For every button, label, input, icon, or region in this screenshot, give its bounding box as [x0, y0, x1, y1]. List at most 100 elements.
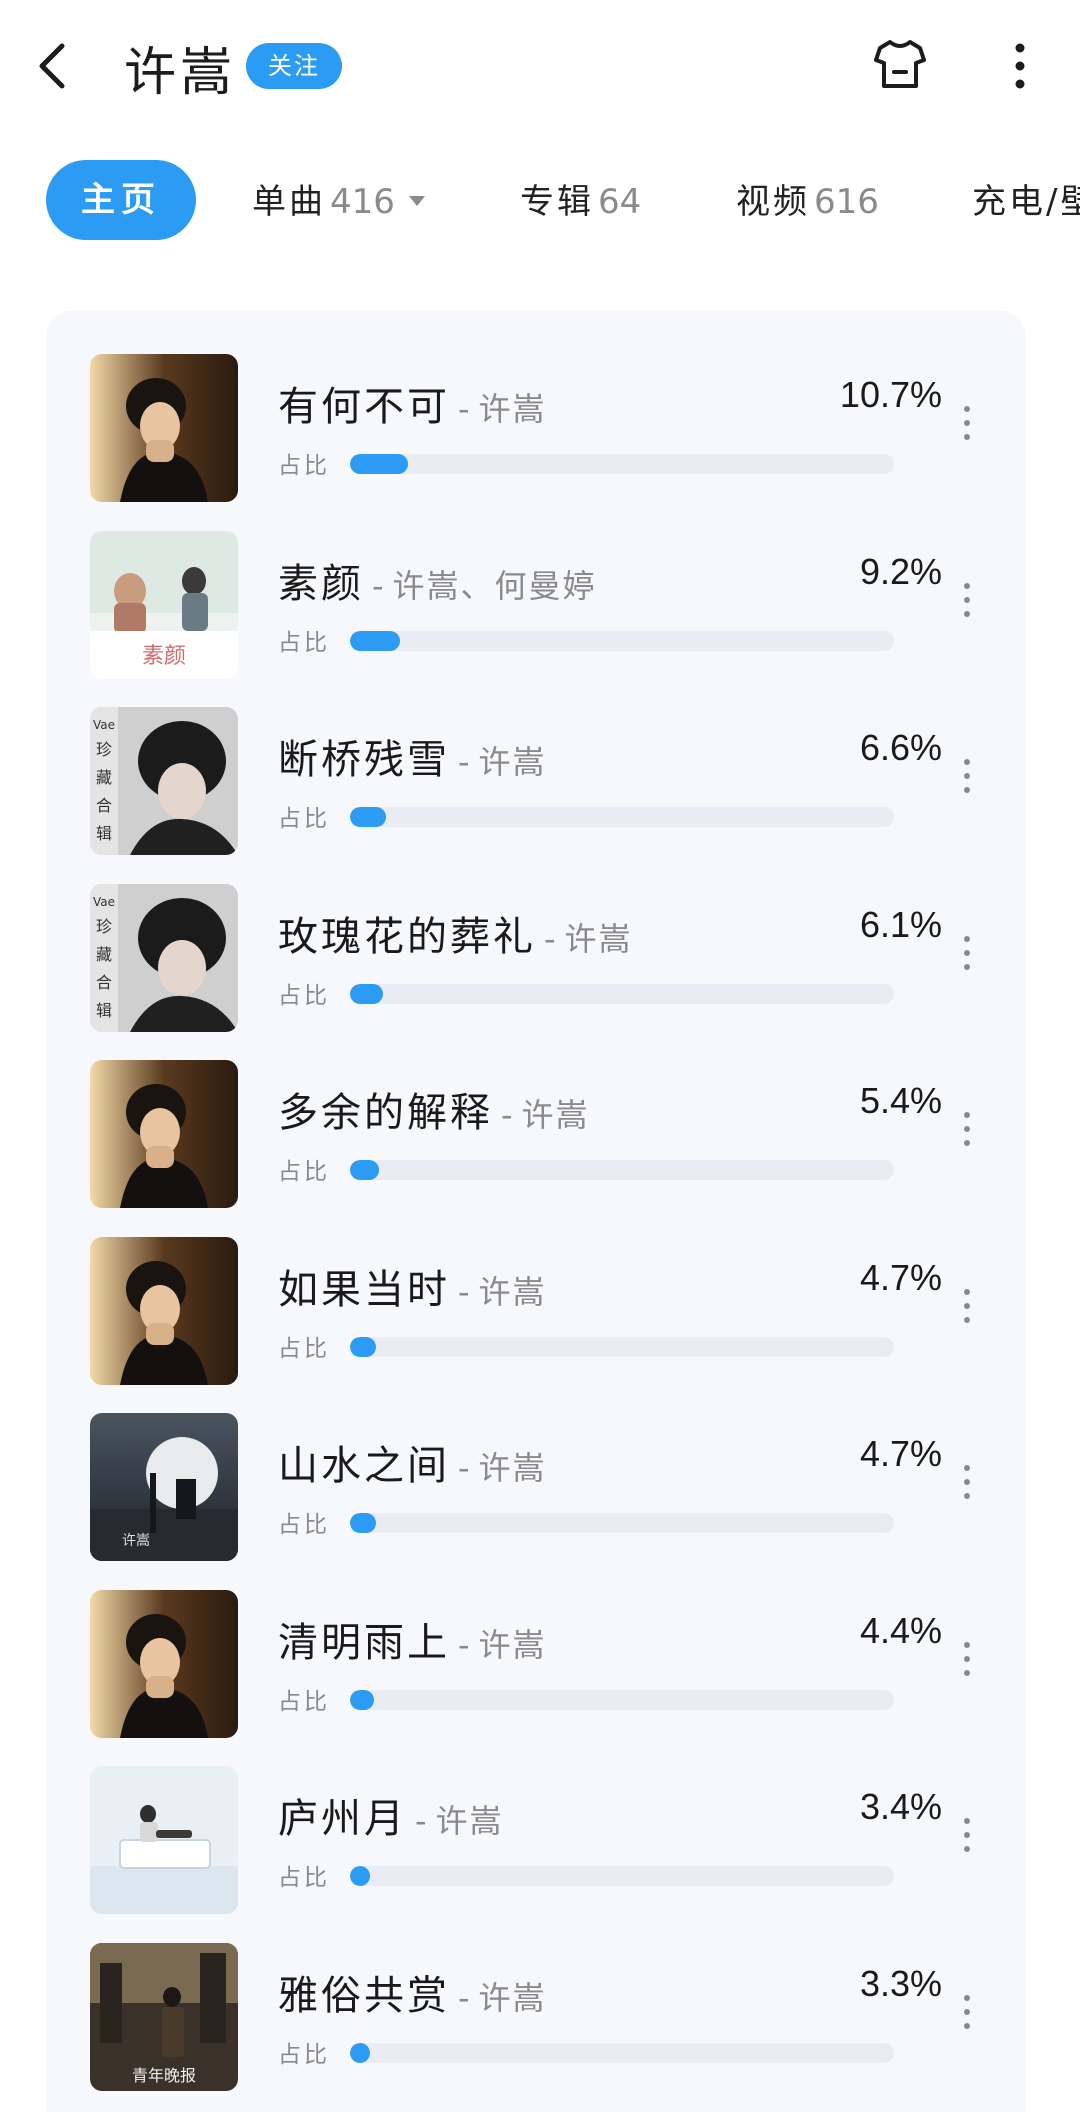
share-label: 占比 — [278, 1688, 330, 1715]
song-more-button[interactable] — [952, 751, 982, 811]
share-label: 占比 — [278, 1159, 330, 1185]
song-more-button[interactable] — [952, 575, 982, 635]
share-progress-bar — [350, 1336, 894, 1357]
dot-icon — [964, 1479, 970, 1485]
title-separator: - — [458, 390, 473, 428]
dot-icon — [964, 759, 970, 765]
dot-icon — [964, 1126, 970, 1132]
song-more-button[interactable] — [952, 928, 982, 988]
svg-text:辑: 辑 — [96, 1001, 112, 1020]
share-progress-fill — [350, 1160, 380, 1180]
tab-videos[interactable]: 视频 616 — [736, 174, 879, 223]
song-row[interactable]: 有何不可 - 许嵩 10.7% 占比 — [46, 354, 1026, 514]
svg-text:珍: 珍 — [96, 917, 112, 936]
more-options-button[interactable] — [1000, 36, 1040, 96]
share-progress-fill — [350, 983, 384, 1004]
back-button[interactable] — [30, 36, 80, 96]
share-progress-fill — [350, 1689, 374, 1710]
dot-icon — [964, 1832, 970, 1838]
song-artist: 许嵩 — [478, 1272, 547, 1311]
dot-icon — [964, 1655, 970, 1662]
title-separator: - — [458, 743, 473, 781]
share-percent: 9.2% — [859, 550, 942, 592]
title-separator: - — [458, 1978, 473, 2017]
shirt-button[interactable] — [872, 36, 928, 92]
artist-title: 许嵩 — [124, 43, 237, 103]
svg-text:Vae: Vae — [93, 895, 115, 909]
song-row[interactable]: Vae 珍 藏 合 辑玫瑰花的葬礼 - 许嵩 6.1% 占比 — [46, 883, 1026, 1044]
song-more-button[interactable] — [952, 1987, 982, 2047]
song-title-line: 断桥残雪 - 许嵩 — [278, 727, 547, 785]
share-percent: 6.1% — [859, 903, 942, 945]
dot-icon — [964, 1112, 970, 1118]
share-progress-bar — [350, 807, 894, 827]
dot-icon — [964, 787, 970, 793]
song-artist: 许嵩 — [478, 390, 547, 428]
song-row[interactable]: 庐州月 - 许嵩 3.4% 占比 — [46, 1766, 1026, 1926]
dot-icon — [964, 1641, 970, 1648]
tab-singles[interactable]: 单曲 416 — [252, 174, 425, 223]
share-progress-bar — [350, 1160, 894, 1180]
share-percent: 4.7% — [859, 1433, 942, 1474]
tab-singles-label: 单曲 — [252, 182, 326, 222]
song-more-button[interactable] — [952, 398, 982, 458]
title-separator: - — [458, 1449, 473, 1487]
share-label: 占比 — [278, 806, 330, 832]
tab-albums-count: 64 — [598, 182, 642, 222]
song-title-line: 有何不可 - 许嵩 — [278, 374, 547, 432]
song-row[interactable]: 清明雨上 - 许嵩 4.4% 占比 — [46, 1589, 1026, 1750]
tab-albums[interactable]: 专辑 64 — [520, 174, 641, 223]
dot-icon — [964, 949, 970, 956]
song-more-button[interactable] — [952, 1104, 982, 1164]
song-title: 多余的解释 — [278, 1090, 493, 1136]
share-percent: 3.3% — [859, 1962, 942, 2004]
dot-icon — [964, 1465, 970, 1471]
album-cover — [90, 1589, 238, 1738]
title-separator: - — [415, 1802, 430, 1840]
dot-icon — [964, 1140, 970, 1146]
song-row[interactable]: Vae 珍 藏 合 辑断桥残雪 - 许嵩 6.6% 占比 — [46, 707, 1026, 867]
title-separator: - — [501, 1096, 516, 1134]
title-separator: - — [458, 1625, 473, 1664]
dot-icon — [964, 773, 970, 779]
song-title: 玫瑰花的葬礼 — [278, 913, 536, 960]
song-title-line: 玫瑰花的葬礼 - 许嵩 — [278, 904, 633, 962]
tab-home[interactable]: 主页 — [46, 160, 196, 240]
album-cover: Vae 珍 藏 合 辑 — [90, 707, 238, 855]
album-cover: 素颜 — [90, 530, 238, 679]
song-artist: 许嵩 — [564, 919, 633, 958]
song-title-line: 清明雨上 - 许嵩 — [278, 1610, 547, 1668]
dot-icon — [964, 610, 970, 617]
svg-text:Vae: Vae — [93, 718, 115, 732]
svg-text:青年晚报: 青年晚报 — [132, 2066, 196, 2085]
share-percent: 4.4% — [859, 1609, 942, 1651]
tab-charge-label: 充电/壁 — [972, 182, 1080, 222]
svg-text:珍: 珍 — [96, 740, 112, 759]
album-cover: 许嵩 — [90, 1413, 238, 1561]
song-artist: 许嵩 — [435, 1802, 504, 1840]
album-cover: 青年晚报 — [90, 1942, 238, 2091]
song-more-button[interactable] — [952, 1810, 982, 1870]
tab-singles-count: 416 — [330, 182, 395, 222]
song-more-button[interactable] — [952, 1281, 982, 1341]
share-label: 占比 — [278, 1865, 330, 1891]
song-row[interactable]: 许嵩 山水之间 - 许嵩 4.7% 占比 — [46, 1413, 1026, 1573]
follow-button[interactable]: 关注 — [246, 43, 342, 89]
song-row[interactable]: 如果当时 - 许嵩 4.7% 占比 — [46, 1236, 1026, 1397]
dot-icon — [964, 935, 970, 942]
top-bar: 许嵩 关注 — [0, 0, 1080, 130]
song-title: 如果当时 — [278, 1266, 450, 1313]
song-row[interactable]: 青年晚报 雅俗共赏 - 许嵩 3.3% 占比 — [46, 1942, 1026, 2103]
song-row[interactable]: 素颜 素颜 - 许嵩、何曼婷 9.2% 占比 — [46, 530, 1026, 691]
share-progress-bar — [350, 1866, 894, 1886]
svg-text:辑: 辑 — [96, 824, 112, 843]
share-label: 占比 — [278, 982, 330, 1009]
share-progress-fill — [350, 1513, 376, 1533]
dot-icon — [964, 596, 970, 603]
share-progress-fill — [350, 807, 386, 827]
tab-charge[interactable]: 充电/壁 — [972, 174, 1080, 223]
song-more-button[interactable] — [952, 1634, 982, 1694]
song-row[interactable]: 多余的解释 - 许嵩 5.4% 占比 — [46, 1060, 1026, 1220]
song-more-button[interactable] — [952, 1457, 982, 1517]
song-title: 庐州月 — [278, 1796, 407, 1842]
